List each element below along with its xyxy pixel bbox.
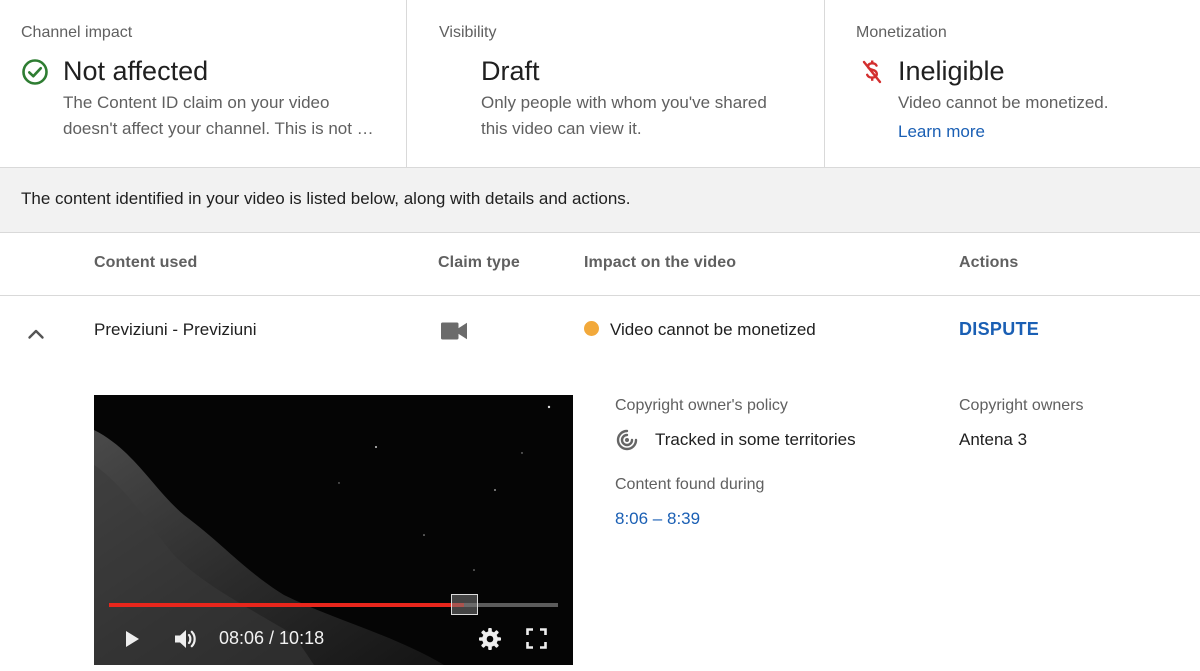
claim-summary: Channel impact Not affected The Content … [0, 0, 1200, 168]
monetization-description: Video cannot be monetized. [898, 93, 1109, 112]
learn-more-link[interactable]: Learn more [898, 122, 985, 142]
monetization-card: Monetization Ineligible Video cannot be … [824, 0, 1200, 168]
policy-label: Copyright owner's policy [615, 397, 788, 414]
video-camera-icon [441, 322, 467, 340]
header-content-used: Content used [94, 254, 198, 271]
video-progress-fill [109, 603, 464, 607]
fullscreen-icon[interactable] [526, 628, 547, 649]
policy-value: Tracked in some territories [655, 430, 856, 449]
copyright-owners-label: Copyright owners [959, 397, 1084, 414]
video-time-display: 08:06 / 10:18 [219, 628, 325, 648]
settings-gear-icon[interactable] [478, 627, 502, 651]
monetization-label: Monetization [856, 24, 947, 41]
monetization-value: Ineligible [898, 56, 1005, 86]
header-impact: Impact on the video [584, 254, 737, 271]
content-found-label: Content found during [615, 476, 765, 493]
impact-value: Video cannot be monetized [610, 320, 816, 339]
dispute-button[interactable]: DISPUTE [959, 319, 1039, 340]
visibility-value: Draft [481, 56, 540, 86]
channel-impact-description-line: doesn't affect your channel. This is not… [63, 119, 374, 138]
header-actions: Actions [959, 254, 1019, 271]
channel-impact-description-line: The Content ID claim on your video [63, 93, 330, 112]
visibility-description-line: this video can view it. [481, 119, 642, 138]
channel-impact-label: Channel impact [21, 24, 133, 41]
channel-impact-card: Channel impact Not affected The Content … [0, 0, 406, 168]
video-progress-track[interactable] [109, 603, 558, 607]
visibility-description: Only people with whom you've shared this… [481, 90, 767, 142]
content-info-bar: The content identified in your video is … [0, 168, 1200, 233]
impact-status-dot [584, 321, 599, 336]
visibility-label: Visibility [439, 24, 497, 41]
video-frame [94, 395, 573, 665]
channel-impact-value: Not affected [63, 56, 209, 86]
tracked-icon [616, 429, 638, 451]
content-found-range-link[interactable]: 8:06 – 8:39 [615, 509, 700, 529]
video-preview-player[interactable]: 08:06 / 10:18 [94, 395, 573, 665]
copyright-owner-value: Antena 3 [959, 430, 1028, 449]
check-circle-icon [22, 59, 48, 85]
visibility-card: Visibility Draft Only people with whom y… [406, 0, 824, 168]
chevron-up-icon[interactable] [22, 320, 50, 348]
channel-impact-description: The Content ID claim on your video doesn… [63, 90, 374, 142]
visibility-description-line: Only people with whom you've shared [481, 93, 767, 112]
content-info-text: The content identified in your video is … [21, 189, 631, 208]
no-dollar-icon [862, 60, 882, 84]
header-claim-type: Claim type [438, 254, 520, 271]
video-scrub-handle[interactable] [451, 594, 478, 615]
play-icon[interactable] [122, 629, 142, 649]
content-used-value: Previziuni - Previziuni [94, 320, 257, 339]
volume-icon[interactable] [172, 626, 198, 652]
claims-table-header: Content used Claim type Impact on the vi… [0, 233, 1200, 296]
